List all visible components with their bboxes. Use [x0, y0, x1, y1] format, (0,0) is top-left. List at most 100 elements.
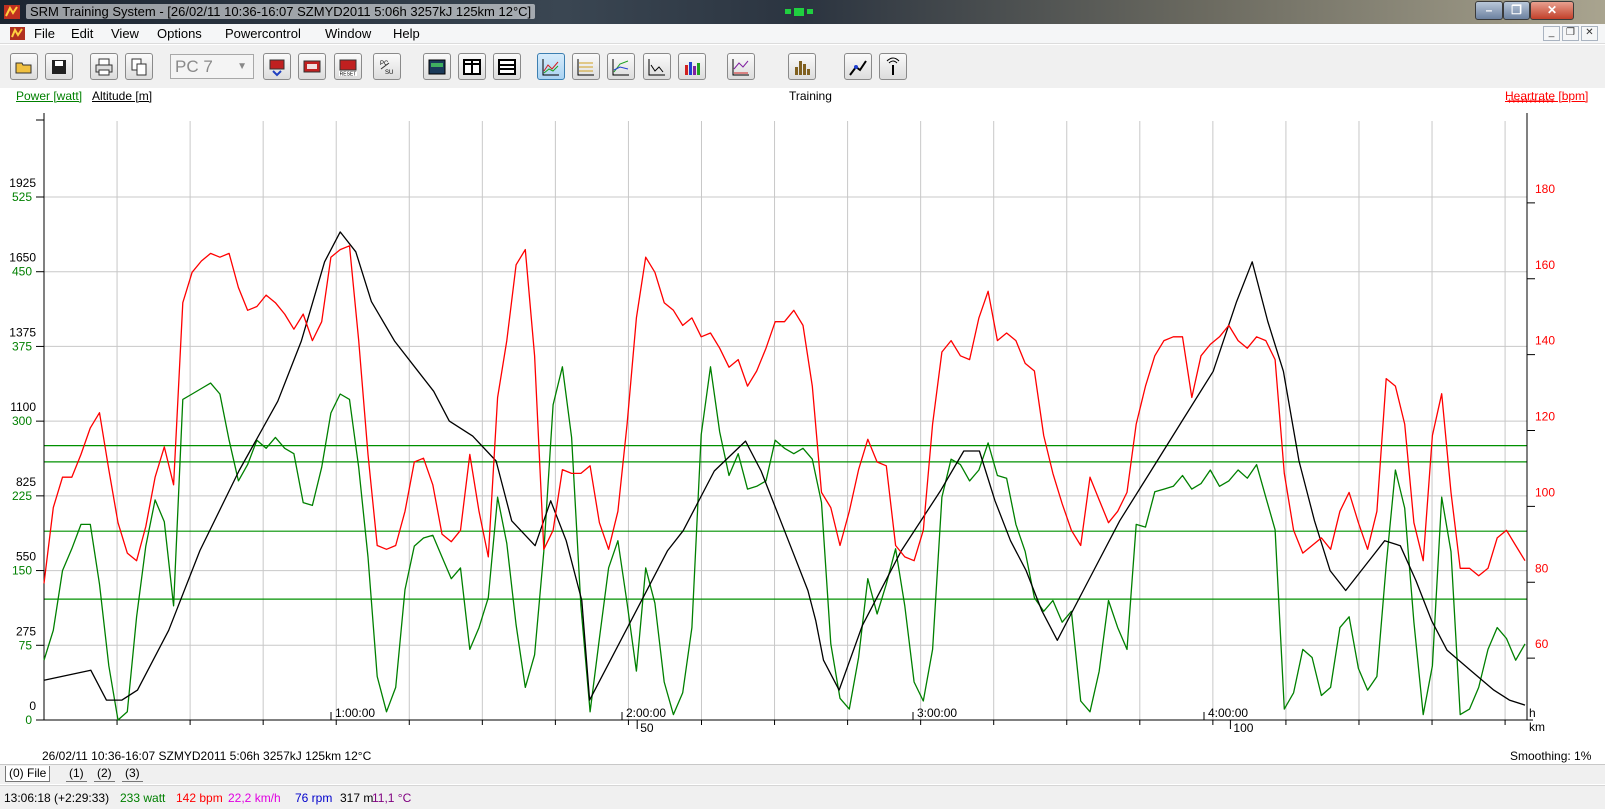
status-bar: 13:06:18 (+2:29:33) 233 watt 142 bpm 22,… — [0, 785, 1605, 809]
download-pc-button[interactable] — [263, 53, 291, 80]
menu-options[interactable]: Options — [157, 26, 202, 41]
save-button[interactable] — [45, 53, 73, 80]
maximize-button[interactable]: ❐ — [1503, 1, 1530, 20]
training-chart[interactable]: 00 27575 550150 825225 1100300 1375375 1650450… — [0, 106, 1605, 749]
graph-bars-icon — [685, 62, 700, 75]
series-lines — [43, 231, 1526, 721]
altitude-tick-label: 450 — [12, 265, 32, 279]
time-tick-label: 4:00:00 — [1208, 706, 1248, 720]
menu-file[interactable]: File — [34, 26, 55, 41]
print-button[interactable] — [90, 53, 118, 80]
menu-view[interactable]: View — [111, 26, 139, 41]
power-tick-label: 275 — [16, 624, 36, 638]
power-tick-label: 825 — [16, 475, 36, 489]
display-button[interactable] — [298, 53, 326, 80]
file-tabs: (0) File (1) (2) (3) — [0, 764, 1605, 784]
window-titlebar[interactable]: SRM Training System - [26/02/11 10:36-16… — [0, 0, 1605, 24]
altitude-tick-label: 75 — [19, 638, 33, 652]
altitude-tick-label: 375 — [12, 339, 32, 353]
power-axis-label[interactable]: Power [watt] — [16, 89, 82, 103]
reset-button[interactable]: RESET — [334, 53, 362, 80]
chart-axes — [43, 113, 1533, 721]
status-speed: 22,2 km/h — [228, 791, 281, 805]
tab-3[interactable]: (3) — [122, 766, 143, 782]
heartrate-series-line — [43, 245, 1526, 584]
altitude-tick-label: 150 — [12, 564, 32, 578]
download-pc-icon — [269, 59, 285, 77]
copy-icon — [131, 58, 147, 76]
display-icon — [303, 60, 321, 73]
graph-axes-icon — [648, 59, 665, 76]
mdi-restore-button[interactable]: ❐ — [1562, 26, 1579, 41]
heartrate-tick-label: 100 — [1535, 485, 1555, 499]
status-time: 13:06:18 (+2:29:33) — [4, 791, 110, 805]
split-horizontal-button[interactable] — [493, 53, 521, 80]
mdi-minimize-button[interactable]: _ — [1543, 26, 1560, 41]
chart-header: Power [watt] Altitude [m] Training Heart… — [0, 88, 1605, 106]
menu-powercontrol[interactable]: Powercontrol — [225, 26, 301, 41]
graph-multi-button[interactable] — [607, 53, 635, 80]
power-series-line — [43, 366, 1526, 721]
altitude-series-line — [43, 231, 1526, 706]
chart-title: Training — [789, 89, 832, 103]
window-layout-icon — [428, 59, 446, 75]
pc-su-button[interactable]: PC SU — [373, 53, 401, 80]
graph-grid-button[interactable] — [727, 53, 755, 80]
menu-window[interactable]: Window — [325, 26, 371, 41]
copy-button[interactable] — [125, 53, 153, 80]
graph-icon — [542, 59, 559, 76]
time-tick-label: 2:00:00 — [626, 706, 666, 720]
status-altitude: 317 m — [340, 791, 374, 805]
minimize-button[interactable]: – — [1475, 1, 1503, 20]
heartrate-tick-label: 160 — [1535, 258, 1555, 272]
mdi-close-button[interactable]: ✕ — [1581, 26, 1598, 41]
histogram-button[interactable] — [788, 53, 816, 80]
close-button[interactable]: ✕ — [1530, 1, 1574, 20]
distance-tick-label: 100 — [1233, 721, 1253, 735]
pc-selector-value: PC 7 — [175, 57, 213, 76]
power-zone-lines — [44, 444, 1527, 600]
altitude-axis-label[interactable]: Altitude [m] — [92, 89, 152, 103]
menu-help[interactable]: Help — [393, 26, 420, 41]
distance-tick-label: 50 — [640, 721, 654, 735]
heartrate-tick-label: 60 — [1535, 637, 1549, 651]
document-icon[interactable] — [9, 26, 26, 41]
toolbar: PC 7 ▼ RESET PC SU — [0, 45, 1605, 88]
status-cadence: 76 rpm — [295, 791, 333, 805]
power-tick-label: 1375 — [9, 325, 36, 339]
open-button[interactable] — [10, 53, 38, 80]
svg-text:SU: SU — [385, 70, 393, 76]
zoom-curve-icon — [849, 60, 867, 76]
chevron-down-icon: ▼ — [237, 61, 247, 72]
altitude-tick-label: 300 — [12, 414, 32, 428]
pc-selector[interactable]: PC 7 ▼ — [170, 54, 254, 79]
heartrate-tick-label: 180 — [1535, 182, 1555, 196]
graph-lines-icon — [577, 59, 594, 76]
split-vertical-icon — [463, 59, 481, 75]
zoom-curve-button[interactable] — [844, 53, 872, 80]
antenna-button[interactable] — [879, 53, 907, 80]
tab-2[interactable]: (2) — [94, 766, 115, 782]
graph-button[interactable] — [537, 53, 565, 80]
power-tick-label: 550 — [16, 550, 36, 564]
graph-lines-button[interactable] — [572, 53, 600, 80]
distance-unit-label: km — [1529, 720, 1545, 734]
window-layout-button[interactable] — [423, 53, 451, 80]
heartrate-tick-label: 80 — [1535, 561, 1549, 575]
chart-footer: 26/02/11 10:36-16:07 SZMYD2011 5:06h 325… — [0, 749, 1605, 763]
power-tick-label: 1650 — [9, 251, 36, 265]
pc-su-icon: PCSU — [380, 61, 393, 76]
save-icon — [52, 60, 66, 74]
tab-file[interactable]: (0) File — [5, 766, 51, 782]
graph-axes-button[interactable] — [643, 53, 671, 80]
right-axis-ticks: 60 80 100 120 140 160 180 — [1527, 182, 1555, 659]
status-power: 233 watt — [120, 791, 166, 805]
chart-footer-info: 26/02/11 10:36-16:07 SZMYD2011 5:06h 325… — [42, 749, 372, 763]
reset-icon: RESET — [339, 59, 357, 77]
print-icon — [95, 58, 113, 76]
status-temperature: 11,1 °C — [372, 791, 412, 805]
menu-edit[interactable]: Edit — [71, 26, 93, 41]
tab-1[interactable]: (1) — [66, 766, 87, 782]
split-vertical-button[interactable] — [458, 53, 486, 80]
graph-bars-button[interactable] — [678, 53, 706, 80]
